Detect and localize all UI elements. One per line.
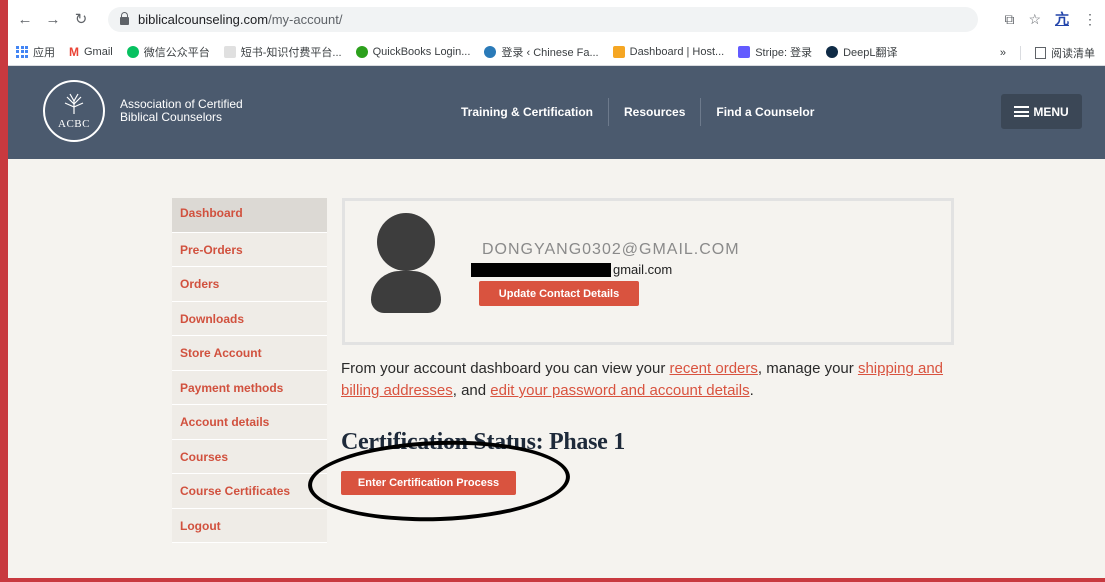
- reading-list-icon: [1035, 47, 1046, 59]
- kebab-menu-icon[interactable]: ⋮: [1083, 11, 1097, 28]
- lock-icon: [120, 12, 129, 25]
- wordpress-icon: [484, 45, 497, 58]
- account-details-link[interactable]: edit your password and account details: [490, 382, 749, 399]
- bookmark-chinese-fa[interactable]: 登录 ‹ Chinese Fa...: [484, 44, 599, 60]
- back-icon[interactable]: ←: [14, 8, 36, 30]
- forward-icon[interactable]: →: [42, 8, 64, 30]
- bookmark-apps[interactable]: 应用: [16, 44, 55, 60]
- star-icon[interactable]: ☆: [1028, 11, 1041, 28]
- profile-card: DONGYANG0302@GMAIL.COM gmail.com Update …: [342, 198, 954, 345]
- bookmark-dashboard-host[interactable]: Dashboard | Host...: [612, 45, 724, 58]
- sidebar-item-logout[interactable]: Logout: [172, 508, 327, 543]
- site-header: ACBC Association of Certified Biblical C…: [8, 66, 1105, 159]
- sidebar-item-store-account[interactable]: Store Account: [172, 336, 327, 371]
- address-bar[interactable]: biblicalcounseling.com/my-account/: [108, 7, 978, 32]
- main-navigation: Training & Certification Resources Find …: [446, 98, 829, 126]
- bookmark-gmail[interactable]: M Gmail: [69, 45, 113, 59]
- sidebar-item-courses[interactable]: Courses: [172, 439, 327, 474]
- bookmark-deepl[interactable]: DeepL翻译: [826, 44, 897, 60]
- avatar-placeholder-icon: [371, 213, 441, 313]
- dashboard-intro: From your account dashboard you can view…: [341, 360, 944, 399]
- nav-training-certification[interactable]: Training & Certification: [446, 98, 608, 126]
- update-contact-details-button[interactable]: Update Contact Details: [479, 281, 639, 306]
- nav-resources[interactable]: Resources: [609, 98, 700, 126]
- nav-find-counselor[interactable]: Find a Counselor: [701, 98, 829, 126]
- quickbooks-icon: [355, 45, 368, 58]
- wechat-icon: [126, 45, 139, 58]
- duanshu-icon: [223, 45, 236, 58]
- tree-icon: [64, 93, 84, 114]
- gmail-icon: M: [69, 44, 79, 59]
- profile-avatar[interactable]: 亢: [1055, 9, 1069, 29]
- sidebar-item-orders[interactable]: Orders: [172, 267, 327, 302]
- bookmark-divider: [1020, 46, 1021, 60]
- acbc-logo[interactable]: ACBC: [43, 80, 105, 142]
- profile-username: DONGYANG0302@GMAIL.COM: [482, 241, 740, 258]
- url-path: /my-account/: [268, 12, 343, 27]
- bookmarks-bar: 应用 M Gmail 微信公众平台 短书-知识付费平台... QuickBook…: [8, 38, 1105, 66]
- bookmark-duanshu[interactable]: 短书-知识付费平台...: [223, 44, 342, 60]
- host-icon: [612, 45, 625, 58]
- bookmark-stripe[interactable]: Stripe: 登录: [738, 44, 812, 60]
- profile-email: gmail.com: [471, 262, 672, 277]
- redaction-bar: [471, 262, 611, 277]
- menu-button[interactable]: MENU: [1001, 94, 1082, 129]
- hamburger-icon: [1014, 106, 1030, 117]
- bookmark-wechat[interactable]: 微信公众平台: [126, 44, 210, 60]
- account-content: Dashboard Pre-Orders Orders Downloads St…: [8, 159, 1105, 578]
- apps-icon: [16, 45, 28, 58]
- reload-icon[interactable]: ↻: [70, 8, 92, 30]
- screenshot-left-border: [0, 0, 8, 582]
- deepl-icon: [826, 45, 839, 58]
- sidebar-item-pre-orders[interactable]: Pre-Orders: [172, 232, 327, 267]
- stripe-icon: [738, 45, 751, 58]
- browser-toolbar: ← → ↻ biblicalcounseling.com/my-account/…: [8, 0, 1105, 38]
- recent-orders-link[interactable]: recent orders: [670, 360, 758, 377]
- organization-name[interactable]: Association of Certified Biblical Counse…: [120, 98, 243, 124]
- screenshot-bottom-border: [0, 578, 1105, 582]
- sidebar-item-payment-methods[interactable]: Payment methods: [172, 370, 327, 405]
- logo-text: ACBC: [58, 118, 90, 130]
- sidebar-item-dashboard[interactable]: Dashboard: [172, 198, 327, 233]
- translate-icon[interactable]: ⧉: [1004, 11, 1014, 28]
- url-domain: biblicalcounseling.com: [138, 12, 269, 27]
- account-sidebar: Dashboard Pre-Orders Orders Downloads St…: [172, 198, 327, 543]
- reading-list-button[interactable]: 阅读清单: [1035, 45, 1095, 61]
- bookmark-quickbooks[interactable]: QuickBooks Login...: [355, 45, 470, 58]
- sidebar-item-course-certificates[interactable]: Course Certificates: [172, 474, 327, 509]
- sidebar-item-downloads[interactable]: Downloads: [172, 301, 327, 336]
- sidebar-item-account-details[interactable]: Account details: [172, 405, 327, 440]
- more-bookmarks-button[interactable]: »: [1000, 47, 1006, 59]
